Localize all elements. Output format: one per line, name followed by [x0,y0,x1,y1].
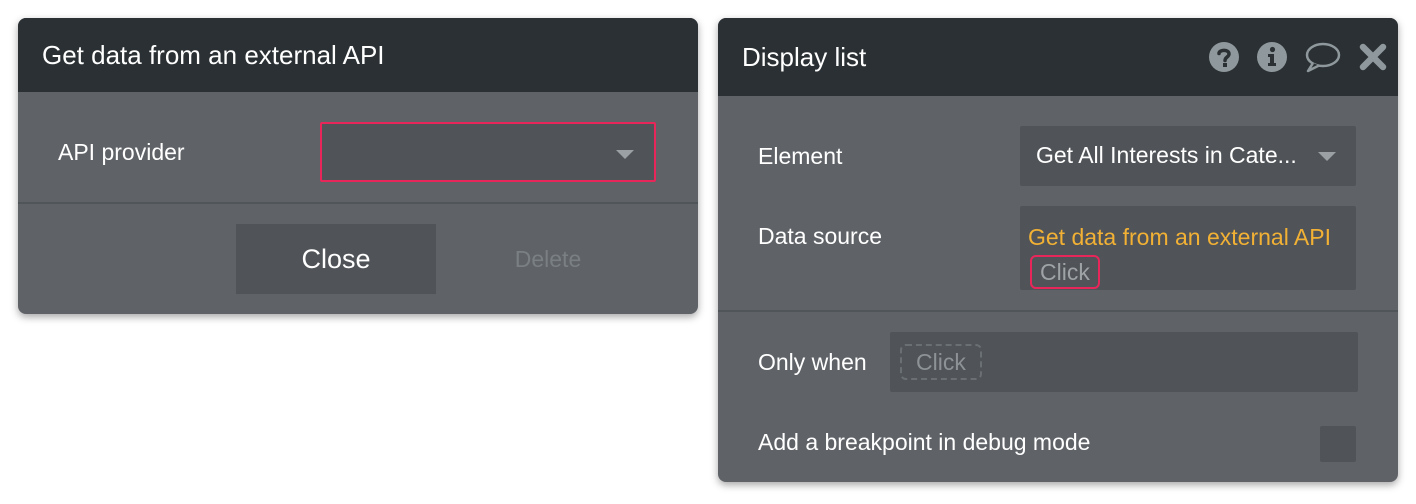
divider [718,310,1398,312]
chevron-down-icon [616,150,634,159]
display-list-header: Display list [718,18,1398,96]
data-source-label: Data source [758,223,883,249]
only-when-label: Only when [758,349,867,375]
api-panel-header: Get data from an external API [18,18,698,92]
element-dropdown[interactable]: Get All Interests in Cate... [1020,126,1356,186]
breakpoint-label: Add a breakpoint in debug mode [758,429,1091,455]
help-icon[interactable] [1208,41,1240,73]
close-button[interactable]: Close [236,224,436,294]
element-value: Get All Interests in Cate... [1036,142,1297,168]
info-icon[interactable] [1256,41,1288,73]
delete-button[interactable]: Delete [438,224,658,294]
display-list-panel: Display list Element Get All Interests i… [718,18,1398,482]
close-icon[interactable] [1358,42,1388,72]
data-source-expression[interactable]: Get data from an external API [1028,224,1331,250]
api-provider-label: API provider [58,139,185,165]
comment-icon[interactable] [1304,41,1342,73]
breakpoint-checkbox[interactable] [1320,426,1356,462]
data-source-field[interactable]: Get data from an external API Click [1020,206,1356,290]
only-when-click-chip[interactable]: Click [900,344,982,380]
element-label: Element [758,143,843,169]
api-data-panel: Get data from an external API API provid… [18,18,698,314]
api-provider-dropdown[interactable] [320,122,656,182]
chevron-down-icon [1318,152,1336,161]
divider [18,202,698,204]
data-source-click-chip[interactable]: Click [1030,255,1100,289]
header-icons [1208,18,1388,96]
display-list-title: Display list [742,41,867,72]
api-panel-title: Get data from an external API [42,39,385,70]
only-when-field[interactable]: Click [890,332,1358,392]
